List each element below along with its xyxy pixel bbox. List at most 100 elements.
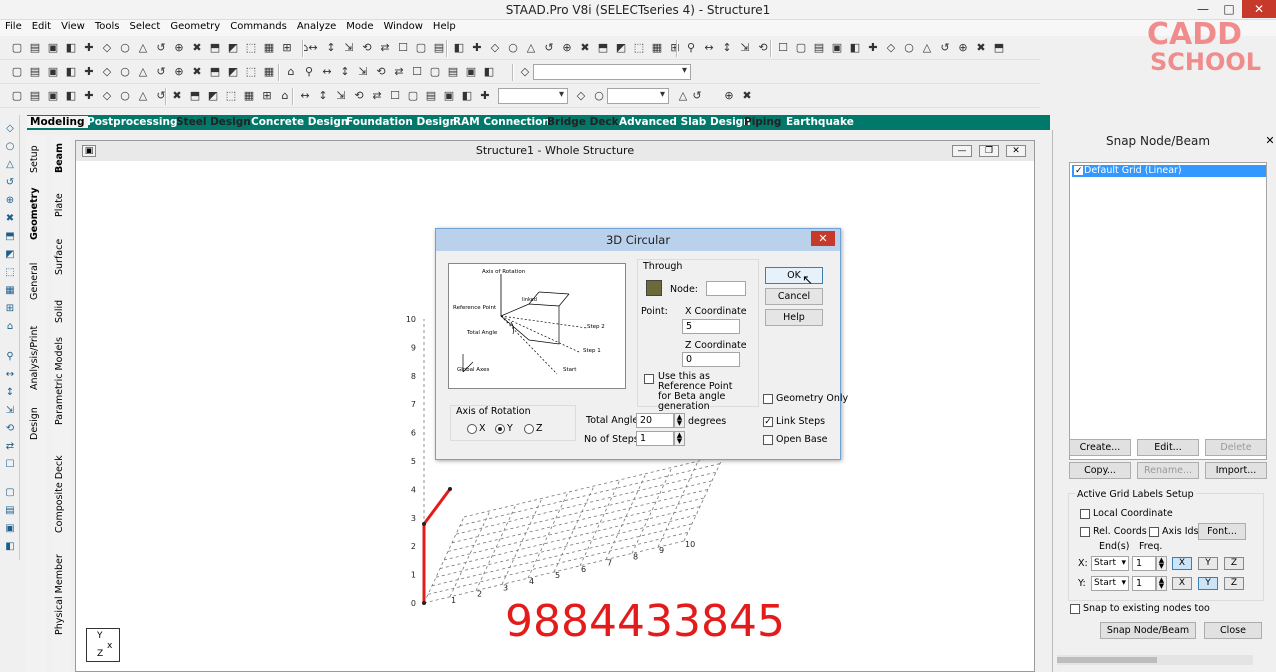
y-freq-field[interactable]: 1: [1132, 576, 1156, 591]
ok-button[interactable]: OK: [765, 267, 823, 284]
standard-tool-icon-45[interactable]: ⟲: [756, 41, 770, 55]
menu-geometry[interactable]: Geometry: [165, 20, 225, 32]
snap-existing-checkbox[interactable]: [1070, 604, 1080, 614]
left-tool-icon-18[interactable]: ☐: [3, 459, 17, 471]
tab-bridge-deck[interactable]: Bridge Deck: [547, 116, 619, 128]
structure-tool-icon-28[interactable]: ✚: [478, 89, 492, 103]
menu-window[interactable]: Window: [378, 20, 427, 32]
view-tool-icon-1[interactable]: ▤: [28, 65, 42, 79]
x-axis-z-toggle[interactable]: Z: [1224, 557, 1244, 570]
standard-tool-icon-8[interactable]: ↺: [154, 41, 168, 55]
left-tool-icon-13[interactable]: ↔: [3, 369, 17, 381]
standard-tool-icon-29[interactable]: ◇: [488, 41, 502, 55]
side-tab-composite-deck[interactable]: Composite Deck: [54, 455, 65, 533]
standard-tool-icon-44[interactable]: ⇲: [738, 41, 752, 55]
left-tool-icon-10[interactable]: ⊞: [3, 303, 17, 315]
total-angle-field[interactable]: 20: [636, 413, 674, 428]
side-tab-beam[interactable]: Beam: [54, 143, 65, 173]
structure-tool-icon-20[interactable]: ⇲: [334, 89, 348, 103]
y-end-select[interactable]: Start: [1091, 576, 1129, 591]
view-tool-icon-10[interactable]: ✖: [190, 65, 204, 79]
standard-tool-icon-27[interactable]: ◧: [452, 41, 466, 55]
tab-foundation-design[interactable]: Foundation Design: [346, 116, 457, 128]
structure-tool-icon-6[interactable]: ○: [118, 89, 132, 103]
structure-tool-icon-22[interactable]: ⇄: [370, 89, 384, 103]
structure-tool-icon-21[interactable]: ⟲: [352, 89, 366, 103]
view-tool-icon-3[interactable]: ◧: [64, 65, 78, 79]
structure-tool-icon-25[interactable]: ▤: [424, 89, 438, 103]
view-tool-icon-16[interactable]: ⌂: [284, 65, 298, 79]
steps-spinner[interactable]: ▲ ▼: [674, 431, 685, 446]
dialog-close-button[interactable]: ✕: [811, 231, 835, 246]
standard-tool-icon-23[interactable]: ☐: [396, 41, 410, 55]
view-tool-icon-26[interactable]: ▣: [464, 65, 478, 79]
structure-tool-icon-13[interactable]: ⬚: [224, 89, 238, 103]
grid-list[interactable]: ✓ Default Grid (Linear): [1069, 162, 1267, 460]
standard-tool-icon-33[interactable]: ⊕: [560, 41, 574, 55]
axis-y-radio[interactable]: [495, 424, 505, 434]
standard-tool-icon-11[interactable]: ⬒: [208, 41, 222, 55]
copy-grid-button[interactable]: Copy...: [1069, 462, 1131, 479]
y-axis-y-toggle[interactable]: Y: [1198, 577, 1218, 590]
standard-tool-icon-12[interactable]: ◩: [226, 41, 240, 55]
left-tool-icon-17[interactable]: ⇄: [3, 441, 17, 453]
standard-tool-icon-41[interactable]: ⚲: [684, 41, 698, 55]
left-tool-icon-1[interactable]: ○: [3, 141, 17, 153]
view-tool-icon-22[interactable]: ⇄: [392, 65, 406, 79]
standard-tool-icon-22[interactable]: ⇄: [378, 41, 392, 55]
tab-steel-design[interactable]: Steel Design: [176, 116, 251, 128]
import-grid-button[interactable]: Import...: [1205, 462, 1267, 479]
standard-tool-icon-13[interactable]: ⬚: [244, 41, 258, 55]
view-combo[interactable]: [533, 64, 691, 80]
standard-tool-icon-59[interactable]: ⬒: [992, 41, 1006, 55]
view-tool-icon-20[interactable]: ⇲: [356, 65, 370, 79]
standard-tool-icon-53[interactable]: ◇: [884, 41, 898, 55]
side-tab-setup[interactable]: Setup: [29, 145, 40, 173]
standard-tool-icon-18[interactable]: ↔: [306, 41, 320, 55]
menu-select[interactable]: Select: [124, 20, 165, 32]
view-tool-icon-2[interactable]: ▣: [46, 65, 60, 79]
side-tab-analysis-print[interactable]: Analysis/Print: [29, 326, 40, 390]
standard-tool-icon-39[interactable]: ⊞: [668, 41, 682, 55]
standard-tool-icon-3[interactable]: ◧: [64, 41, 78, 55]
standard-tool-icon-25[interactable]: ▤: [432, 41, 446, 55]
left-tool-icon-3[interactable]: ↺: [3, 177, 17, 189]
side-tab-parametric-models[interactable]: Parametric Models: [54, 337, 65, 425]
left-tool-icon-22[interactable]: ◧: [3, 541, 17, 553]
view-tool-icon-8[interactable]: ↺: [154, 65, 168, 79]
view-tool-icon-18[interactable]: ↔: [320, 65, 334, 79]
view-tool-icon-9[interactable]: ⊕: [172, 65, 186, 79]
minimize-button[interactable]: —: [1190, 0, 1216, 18]
edit-grid-button[interactable]: Edit...: [1137, 439, 1199, 456]
left-tool-icon-15[interactable]: ⇲: [3, 405, 17, 417]
menu-edit[interactable]: Edit: [27, 20, 56, 32]
left-tool-icon-19[interactable]: ▢: [3, 487, 17, 499]
x-end-select[interactable]: Start: [1091, 556, 1129, 571]
structure-tool-icon-23[interactable]: ☐: [388, 89, 402, 103]
standard-tool-icon-4[interactable]: ✚: [82, 41, 96, 55]
left-tool-icon-20[interactable]: ▤: [3, 505, 17, 517]
horizontal-scrollbar[interactable]: [1057, 655, 1253, 665]
structure-tool-icon-10[interactable]: ✖: [170, 89, 184, 103]
y-axis-z-toggle[interactable]: Z: [1224, 577, 1244, 590]
tab-postprocessing[interactable]: Postprocessing: [87, 116, 178, 128]
view-tool-icon-25[interactable]: ▤: [446, 65, 460, 79]
structure-tool-icon-0[interactable]: ▢: [10, 89, 24, 103]
entry-combo[interactable]: [607, 88, 669, 104]
structure-tool-icon-27[interactable]: ◧: [460, 89, 474, 103]
view-tool-icon-17[interactable]: ⚲: [302, 65, 316, 79]
grid-list-item[interactable]: ✓ Default Grid (Linear): [1072, 165, 1266, 177]
menu-tools[interactable]: Tools: [90, 20, 125, 32]
structure-tool-icon-33[interactable]: ⊕: [722, 89, 736, 103]
open-base-checkbox[interactable]: [763, 435, 773, 445]
view-tool-icon-14[interactable]: ▦: [262, 65, 276, 79]
structure-tool-icon-16[interactable]: ⌂: [278, 89, 292, 103]
standard-tool-icon-30[interactable]: ○: [506, 41, 520, 55]
standard-tool-icon-14[interactable]: ▦: [262, 41, 276, 55]
standard-tool-icon-7[interactable]: △: [136, 41, 150, 55]
x-axis-x-toggle[interactable]: X: [1172, 557, 1192, 570]
font-button[interactable]: Font...: [1198, 523, 1246, 540]
standard-tool-icon-9[interactable]: ⊕: [172, 41, 186, 55]
standard-tool-icon-19[interactable]: ↕: [324, 41, 338, 55]
z-coordinate-field[interactable]: 0: [682, 352, 740, 367]
